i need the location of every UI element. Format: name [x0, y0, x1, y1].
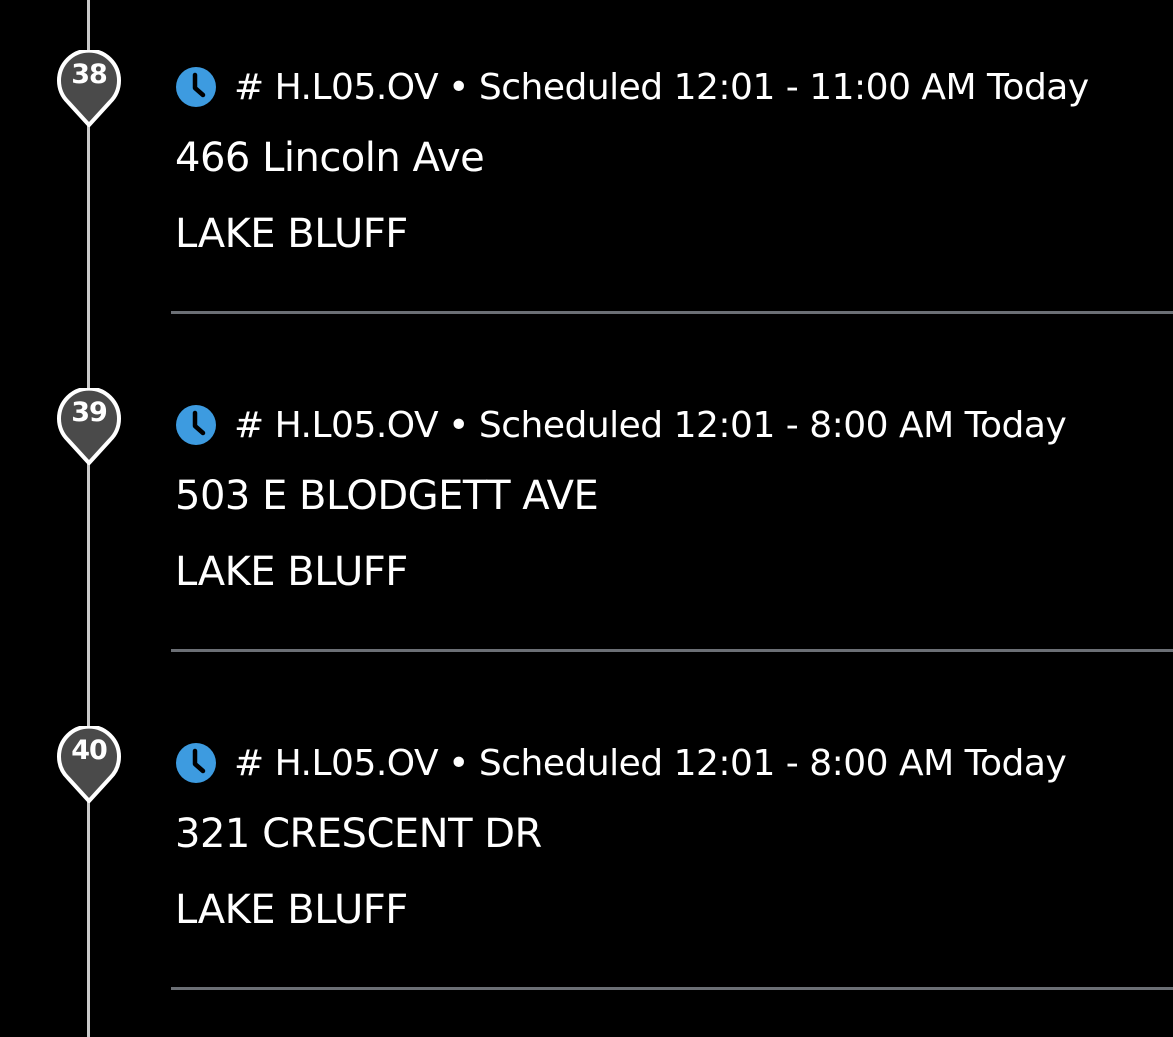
stop-divider — [171, 311, 1173, 314]
schedule-window: Scheduled 12:01 - 8:00 AM Today — [478, 404, 1067, 446]
stop-list-item[interactable]: 38 # H.L05.OV • Scheduled 12:01 - 11:00 … — [0, 0, 1173, 338]
stop-list-item[interactable]: 39 # H.L05.OV • Scheduled 12:01 - 8:00 A… — [0, 338, 1173, 676]
stop-meta-row: # H.L05.OV • Scheduled 12:01 - 8:00 AM T… — [176, 741, 1067, 785]
stop-code: # H.L05.OV — [234, 66, 439, 108]
street-address: 466 Lincoln Ave — [175, 135, 485, 181]
clock-icon — [176, 405, 216, 445]
schedule-window: Scheduled 12:01 - 11:00 AM Today — [478, 66, 1089, 108]
stop-pin-icon: 38 — [55, 50, 123, 128]
street-address: 321 CRESCENT DR — [175, 811, 542, 857]
schedule-window: Scheduled 12:01 - 8:00 AM Today — [478, 742, 1067, 784]
stop-number: 40 — [71, 735, 108, 766]
meta-separator: • — [448, 742, 469, 784]
stop-pin-icon: 39 — [55, 388, 123, 466]
stop-meta-row: # H.L05.OV • Scheduled 12:01 - 11:00 AM … — [176, 65, 1089, 109]
clock-icon — [176, 67, 216, 107]
stop-number: 39 — [71, 397, 108, 428]
clock-icon — [176, 743, 216, 783]
stop-divider — [171, 649, 1173, 652]
stop-meta-row: # H.L05.OV • Scheduled 12:01 - 8:00 AM T… — [176, 403, 1067, 447]
stop-number: 38 — [71, 59, 108, 90]
city-name: LAKE BLUFF — [175, 211, 408, 257]
stop-divider — [171, 987, 1173, 990]
stop-code: # H.L05.OV — [234, 742, 439, 784]
meta-separator: • — [448, 404, 469, 446]
street-address: 503 E BLODGETT AVE — [175, 473, 599, 519]
city-name: LAKE BLUFF — [175, 887, 408, 933]
stop-pin-icon: 40 — [55, 726, 123, 804]
city-name: LAKE BLUFF — [175, 549, 408, 595]
stop-code: # H.L05.OV — [234, 404, 439, 446]
meta-separator: • — [448, 66, 469, 108]
stop-list-item[interactable]: 40 # H.L05.OV • Scheduled 12:01 - 8:00 A… — [0, 676, 1173, 1014]
